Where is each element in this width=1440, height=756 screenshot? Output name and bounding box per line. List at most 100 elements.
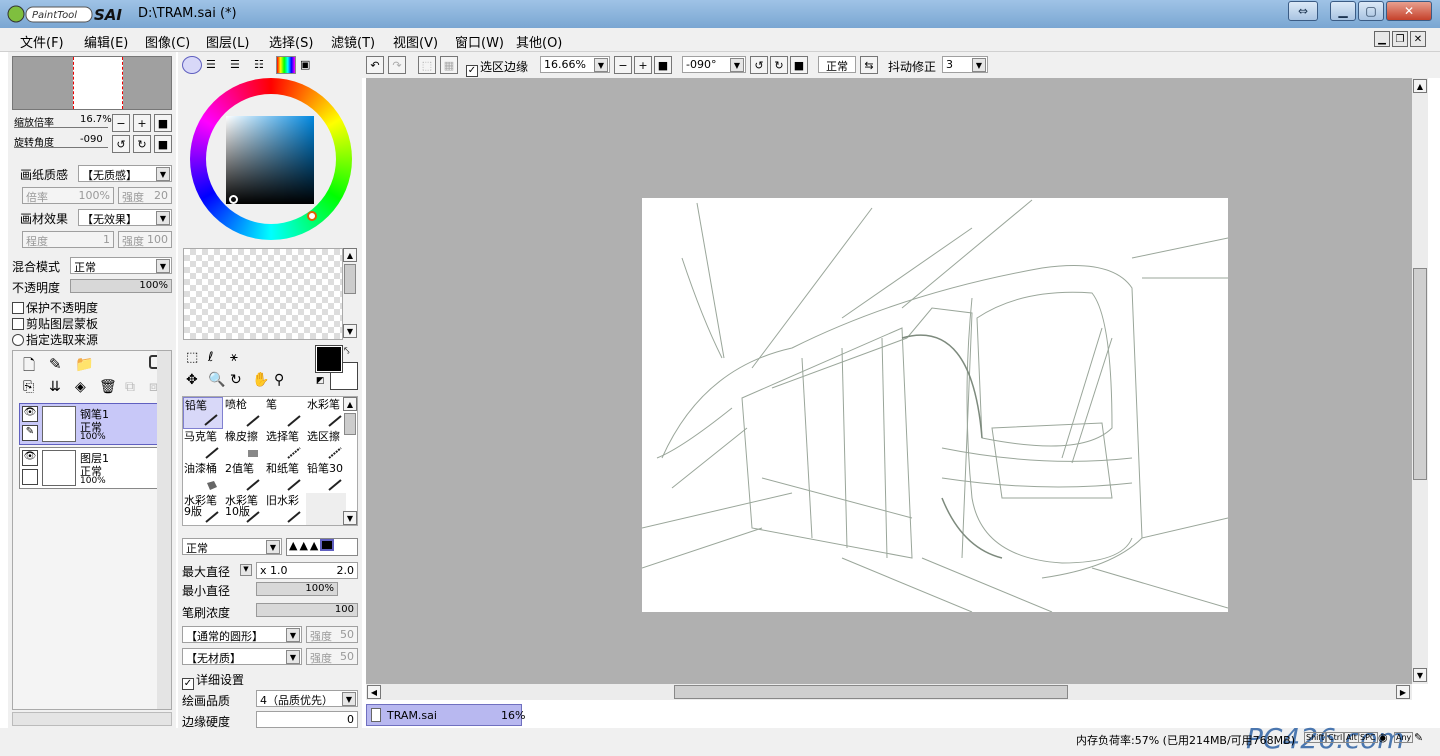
swatch-tab-icon[interactable] [276,56,296,74]
layer-row[interactable]: 👁 图层1 正常 100% [19,447,159,489]
canvas-area[interactable] [366,78,1412,684]
rect-select-icon[interactable]: ⬚ [186,350,198,365]
brush-tip-shapes[interactable]: ▲▲▲ [286,538,358,556]
menu-filter[interactable]: 滤镜(T) [331,32,375,51]
eye-icon[interactable]: 👁 [22,450,38,466]
redo-icon[interactable]: ↷ [388,56,406,74]
new-folder-icon[interactable]: 📁 [75,355,94,373]
tool-marker[interactable]: 马克笔 [183,429,223,461]
minimize-button[interactable]: ▁ [1330,1,1356,21]
hue-cursor[interactable] [307,211,317,221]
min-size-slider[interactable]: 100% [256,582,338,596]
tool-airbrush[interactable]: 喷枪 [224,397,264,429]
hand-icon[interactable]: ✋ [252,372,269,388]
tool-select-eraser[interactable]: 选区擦 [306,429,346,461]
navigator-preview[interactable] [12,56,172,110]
detail-settings-checkbox[interactable]: ✓ 详细设置 [182,671,244,690]
tool-watercolor-v9[interactable]: 水彩笔9版 [183,493,223,525]
view-mode-button[interactable]: 正常 [818,56,856,73]
tool-binary-pen[interactable]: 2值笔 [224,461,264,493]
eyedropper-icon[interactable]: ⚲ [274,372,284,388]
restore-size-icon[interactable]: ⇔ [1288,1,1318,21]
zoom-select[interactable]: 16.66% ▼ [540,56,610,73]
transparent-color-icon[interactable]: ◩ [316,376,325,386]
rotate-icon[interactable]: ↻ [230,372,242,388]
tool-pencil[interactable]: 铅笔 [183,397,223,429]
swatch-scroll-down[interactable]: ▼ [343,324,357,338]
toolbar-zoom-reset-button[interactable]: ■ [654,56,672,74]
paper-effect-select[interactable]: 【无效果】 ▼ [78,209,172,226]
shape-strength-field[interactable]: 强度 50 [306,626,358,643]
magic-wand-icon[interactable]: ⚹ [230,350,238,365]
tool-scroll-thumb[interactable] [344,413,356,435]
clip-layer-checkbox[interactable]: 剪贴图层蒙板 [12,315,98,332]
selection-edge-checkbox[interactable]: ✓ 选区边缘 [466,58,528,77]
paper-scale-field[interactable]: 倍率 100% [22,187,114,204]
angle-select[interactable]: -090° ▼ [682,56,746,73]
paper-strength-field[interactable]: 强度 20 [118,187,172,204]
rotate-reset-button[interactable]: ■ [154,135,172,153]
zoom-reset-button[interactable]: ■ [154,114,172,132]
tool-washi-pen[interactable]: 和纸笔 [265,461,305,493]
tool-old-watercolor[interactable]: 旧水彩 [265,493,305,525]
menu-layer[interactable]: 图层(L) [206,32,249,51]
menu-window[interactable]: 窗口(W) [455,32,504,51]
swatch-scroll-up[interactable]: ▲ [343,248,357,262]
swatch-scroll-thumb[interactable] [344,264,356,294]
effect-degree-field[interactable]: 程度 1 [22,231,114,248]
texture-strength-field[interactable]: 强度 50 [306,648,358,665]
zoom-in-button[interactable]: + [133,114,151,132]
tool-watercolor-v10[interactable]: 水彩笔10版 [224,493,264,525]
layer-hscrollbar[interactable] [12,712,172,726]
zoom-out-button[interactable]: − [112,114,130,132]
vscroll-thumb[interactable] [1413,268,1427,480]
brush-mode-select[interactable]: 正常 ▼ [182,538,282,555]
clear-layer-icon[interactable]: ◈ [75,379,86,395]
rotate-left-button[interactable]: ↺ [112,135,130,153]
menu-edit[interactable]: 编辑(E) [84,32,128,51]
delete-layer-icon[interactable]: 🗑 [99,379,117,395]
vscroll-up[interactable]: ▲ [1413,79,1427,93]
zoom-slider[interactable] [14,127,108,128]
edge-hardness-field[interactable]: 0 [256,711,358,728]
lasso-icon[interactable]: ℓ [208,350,213,365]
tool-scroll-up[interactable]: ▲ [343,397,357,411]
vscroll-down[interactable]: ▼ [1413,668,1427,682]
mdi-close-button[interactable]: ✕ [1410,31,1426,47]
toolbar-rotate-reset-button[interactable]: ■ [790,56,808,74]
brush-texture-select[interactable]: 【无材质】 ▼ [182,648,302,665]
rotate-value[interactable]: -090 [80,134,103,145]
undo-icon[interactable]: ↶ [366,56,384,74]
toolbar-rotate-left-button[interactable]: ↺ [750,56,768,74]
hscroll-right[interactable]: ▶ [1396,685,1410,699]
selection-source-radio[interactable]: 指定选取来源 [12,331,98,348]
toolbar-zoom-in-button[interactable]: + [634,56,652,74]
tool-bucket[interactable]: 油漆桶 [183,461,223,493]
scratchpad-tab-icon[interactable]: ▣ [300,58,316,72]
blend-mode-select[interactable]: 正常 ▼ [70,257,172,274]
drawing-canvas[interactable] [642,198,1228,612]
protect-opacity-checkbox[interactable]: 保护不透明度 [12,299,98,316]
stabilizer-select[interactable]: 3 ▼ [942,56,988,73]
saturation-value-square[interactable] [226,116,314,204]
mdi-minimize-button[interactable]: ▁ [1374,31,1390,47]
tool-select-pen[interactable]: 选择笔 [265,429,305,461]
swap-colors-icon[interactable]: ⤣ [344,346,350,357]
mixer-tab-icon[interactable]: ☷ [254,58,272,72]
new-layer-icon[interactable]: 🗋 [23,355,35,380]
effect-strength-field[interactable]: 强度 100 [118,231,172,248]
density-slider[interactable]: 100 [256,603,358,617]
swatch-area[interactable] [183,248,343,340]
menu-image[interactable]: 图像(C) [145,32,190,51]
layer-scrollbar[interactable] [157,351,171,709]
tool-scroll-down[interactable]: ▼ [343,511,357,525]
opacity-slider[interactable]: 100% [70,279,172,293]
rotate-slider[interactable] [14,147,108,148]
flip-horizontal-icon[interactable]: ⇆ [860,56,878,74]
maximize-button[interactable]: ▢ [1358,1,1384,21]
move-icon[interactable]: ✥ [186,372,198,388]
hsv-slider-tab-icon[interactable]: ☰ [230,58,248,72]
paper-texture-select[interactable]: 【无质感】 ▼ [78,165,172,182]
layer-lock-icon[interactable] [22,469,38,485]
menu-select[interactable]: 选择(S) [269,32,313,51]
